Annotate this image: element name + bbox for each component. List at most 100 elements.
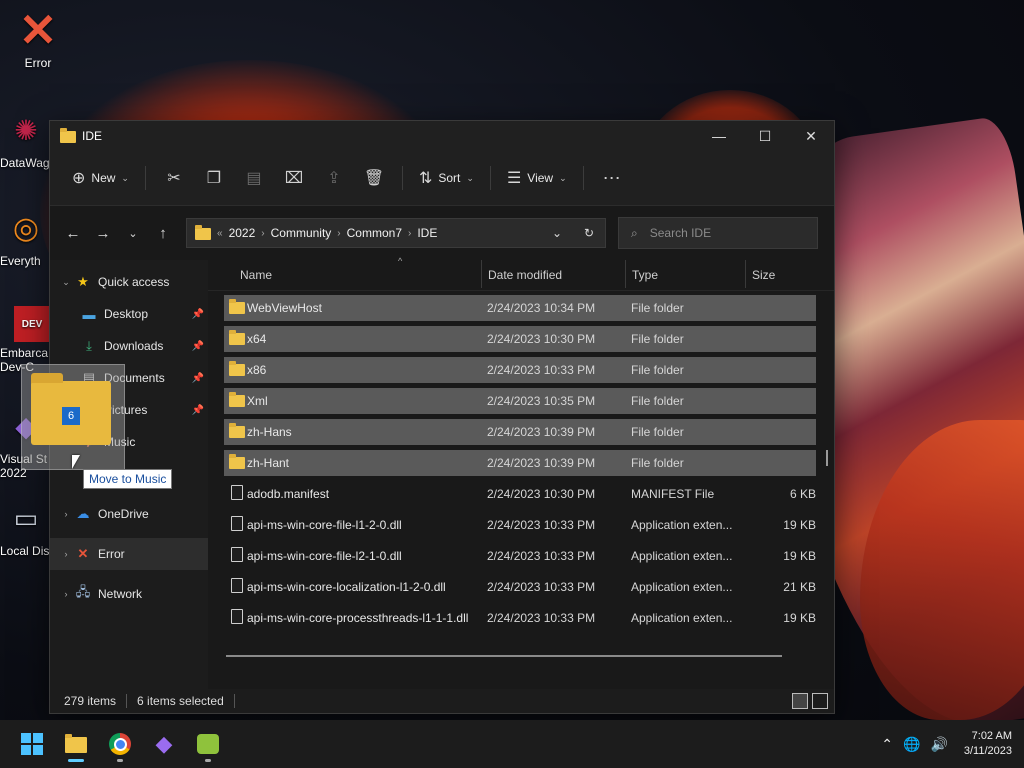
chevron-right-icon[interactable]: › bbox=[58, 549, 74, 559]
file-type: Application exten... bbox=[631, 611, 733, 625]
maximize-button[interactable]: ☐ bbox=[742, 121, 788, 151]
file-name: zh-Hant bbox=[247, 456, 290, 470]
cut-button[interactable]: ✂ bbox=[154, 162, 194, 194]
desktop-icon-everything[interactable]: ◎ Everyth bbox=[0, 206, 52, 269]
nav-desktop[interactable]: ▬ Desktop 📌 bbox=[50, 298, 208, 330]
desktop-icon-datawag[interactable]: ✺ DataWag bbox=[0, 108, 52, 171]
taskbar-chrome[interactable] bbox=[98, 724, 142, 764]
more-options-button[interactable]: ⋯ bbox=[592, 162, 632, 194]
folder-icon bbox=[228, 391, 246, 409]
taskbar: ◆ ⌃ 🌐 🔊 7:02 AM 3/11/2023 bbox=[0, 720, 1024, 768]
nav-network[interactable]: › 🖧 Network bbox=[50, 578, 208, 610]
overflow-chevron[interactable]: « bbox=[217, 228, 223, 239]
file-row[interactable]: adodb.manifest 2/24/2023 10:30 PM MANIFEST… bbox=[224, 481, 816, 507]
star-icon: ★ bbox=[77, 274, 89, 289]
column-size[interactable]: Size bbox=[752, 268, 775, 282]
file-row[interactable]: x86 2/24/2023 10:33 PM File folder bbox=[224, 357, 816, 383]
file-row[interactable]: api-ms-win-core-localization-l1-2-0.dll 2… bbox=[224, 574, 816, 600]
nav-onedrive[interactable]: › ☁ OneDrive bbox=[50, 498, 208, 530]
file-size: 6 KB bbox=[789, 487, 816, 501]
paste-button[interactable]: ▤ bbox=[234, 162, 274, 194]
rename-button[interactable]: ⌧ bbox=[274, 162, 314, 194]
column-date-modified[interactable]: Date modified bbox=[488, 268, 562, 282]
chevron-down-icon: ⌄ bbox=[466, 172, 474, 183]
large-icons-view-button[interactable] bbox=[812, 693, 828, 709]
start-button[interactable] bbox=[10, 724, 54, 764]
horizontal-scrollbar[interactable] bbox=[226, 655, 782, 657]
language-globe-icon[interactable]: 🌐 bbox=[903, 736, 920, 753]
nav-error[interactable]: › ✕ Error bbox=[50, 538, 208, 570]
folder-icon bbox=[228, 422, 246, 440]
details-view-button[interactable] bbox=[792, 693, 808, 709]
breadcrumb-community[interactable]: Community bbox=[271, 226, 332, 240]
file-date: 2/24/2023 10:33 PM bbox=[487, 363, 596, 377]
chevron-right-icon[interactable]: › bbox=[58, 589, 74, 599]
search-box[interactable]: ⌕ bbox=[618, 217, 818, 249]
file-date: 2/24/2023 10:34 PM bbox=[487, 301, 596, 315]
chevron-right-icon[interactable]: › bbox=[408, 228, 411, 239]
file-row[interactable]: api-ms-win-core-file-l1-2-0.dll 2/24/2023… bbox=[224, 512, 816, 538]
clock-time: 7:02 AM bbox=[971, 730, 1012, 742]
breadcrumb-ide[interactable]: IDE bbox=[417, 226, 437, 240]
delete-button[interactable]: 🗑 bbox=[354, 162, 394, 194]
vertical-scrollbar[interactable] bbox=[826, 450, 828, 466]
network-icon: 🖧 bbox=[75, 584, 91, 599]
nav-quick-access[interactable]: ⌄ ★ Quick access bbox=[50, 266, 208, 298]
taskbar-app[interactable] bbox=[186, 724, 230, 764]
search-input[interactable] bbox=[647, 225, 802, 241]
back-button[interactable]: ← bbox=[58, 218, 88, 248]
file-row[interactable]: api-ms-win-core-processthreads-l1-1-1.dl… bbox=[224, 605, 816, 631]
breadcrumb-2022[interactable]: 2022 bbox=[229, 226, 256, 240]
breadcrumb-common7[interactable]: Common7 bbox=[347, 226, 402, 240]
column-name[interactable]: Name bbox=[240, 268, 272, 282]
desktop-icon-localdisk[interactable]: ▭ Local Dis bbox=[0, 496, 52, 559]
address-dropdown-button[interactable]: ⌄ bbox=[541, 226, 573, 240]
file-row[interactable]: WebViewHost 2/24/2023 10:34 PM File folder bbox=[224, 295, 816, 321]
up-button[interactable]: ↑ bbox=[148, 218, 178, 248]
nav-downloads[interactable]: ⤓ Downloads 📌 bbox=[50, 330, 208, 362]
view-lines-icon: ☰ bbox=[506, 170, 522, 187]
file-row[interactable]: Xml 2/24/2023 10:35 PM File folder bbox=[224, 388, 816, 414]
share-button[interactable]: ⇪ bbox=[314, 162, 354, 194]
taskbar-file-explorer[interactable] bbox=[54, 724, 98, 764]
clock[interactable]: 7:02 AM 3/11/2023 bbox=[964, 729, 1012, 759]
desktop-icon-error[interactable]: ✕ Error bbox=[3, 4, 73, 70]
command-bar: ⊕ New ⌄ ✂ ❐ ▤ ⌧ ⇪ 🗑 ⇅ Sort ⌄ ☰ View ⌄ ⋯ bbox=[50, 151, 834, 206]
column-type[interactable]: Type bbox=[632, 268, 658, 282]
drag-tooltip: Move to Music bbox=[83, 469, 173, 489]
copy-button[interactable]: ❐ bbox=[194, 162, 234, 194]
file-row[interactable]: x64 2/24/2023 10:30 PM File folder bbox=[224, 326, 816, 352]
file-date: 2/24/2023 10:33 PM bbox=[487, 611, 596, 625]
navigation-bar: ← → ⌄ ↑ « 2022 › Community › Common7 › I… bbox=[50, 206, 834, 260]
forward-button[interactable]: → bbox=[88, 218, 118, 248]
chrome-icon bbox=[109, 733, 131, 755]
sort-indicator-icon: ^ bbox=[398, 256, 403, 266]
devcpp-icon: DEV bbox=[14, 306, 50, 342]
volume-icon[interactable]: 🔊 bbox=[930, 736, 947, 753]
everything-search-icon: ◎ bbox=[12, 211, 40, 245]
file-date: 2/24/2023 10:35 PM bbox=[487, 394, 596, 408]
minimize-button[interactable]: — bbox=[696, 121, 742, 151]
pin-icon: 📌 bbox=[191, 404, 204, 416]
chevron-up-icon[interactable]: ⌃ bbox=[881, 736, 893, 753]
chevron-right-icon[interactable]: › bbox=[337, 228, 340, 239]
file-row[interactable]: api-ms-win-core-file-l2-1-0.dll 2/24/2023… bbox=[224, 543, 816, 569]
sort-button[interactable]: ⇅ Sort ⌄ bbox=[411, 162, 482, 194]
file-row[interactable]: zh-Hant 2/24/2023 10:39 PM File folder bbox=[224, 450, 816, 476]
new-button[interactable]: ⊕ New ⌄ bbox=[64, 162, 137, 194]
chevron-down-icon: ⌄ bbox=[121, 172, 129, 183]
title-bar[interactable]: IDE — ☐ ✕ bbox=[50, 121, 834, 151]
chevron-right-icon[interactable]: › bbox=[261, 228, 264, 239]
taskbar-visual-studio[interactable]: ◆ bbox=[142, 724, 186, 764]
refresh-button[interactable]: ↻ bbox=[573, 226, 605, 240]
chevron-down-icon[interactable]: ⌄ bbox=[58, 277, 74, 288]
view-button[interactable]: ☰ View ⌄ bbox=[499, 162, 575, 194]
address-bar[interactable]: « 2022 › Community › Common7 › IDE ⌄ ↻ bbox=[186, 218, 606, 248]
close-button[interactable]: ✕ bbox=[788, 121, 834, 151]
recent-locations-button[interactable]: ⌄ bbox=[118, 218, 148, 248]
chevron-right-icon[interactable]: › bbox=[58, 509, 74, 519]
file-date: 2/24/2023 10:39 PM bbox=[487, 425, 596, 439]
file-explorer-window: IDE — ☐ ✕ ⊕ New ⌄ ✂ ❐ ▤ ⌧ ⇪ 🗑 ⇅ Sort ⌄ ☰… bbox=[49, 120, 835, 714]
divider bbox=[582, 166, 584, 190]
file-row[interactable]: zh-Hans 2/24/2023 10:39 PM File folder bbox=[224, 419, 816, 445]
